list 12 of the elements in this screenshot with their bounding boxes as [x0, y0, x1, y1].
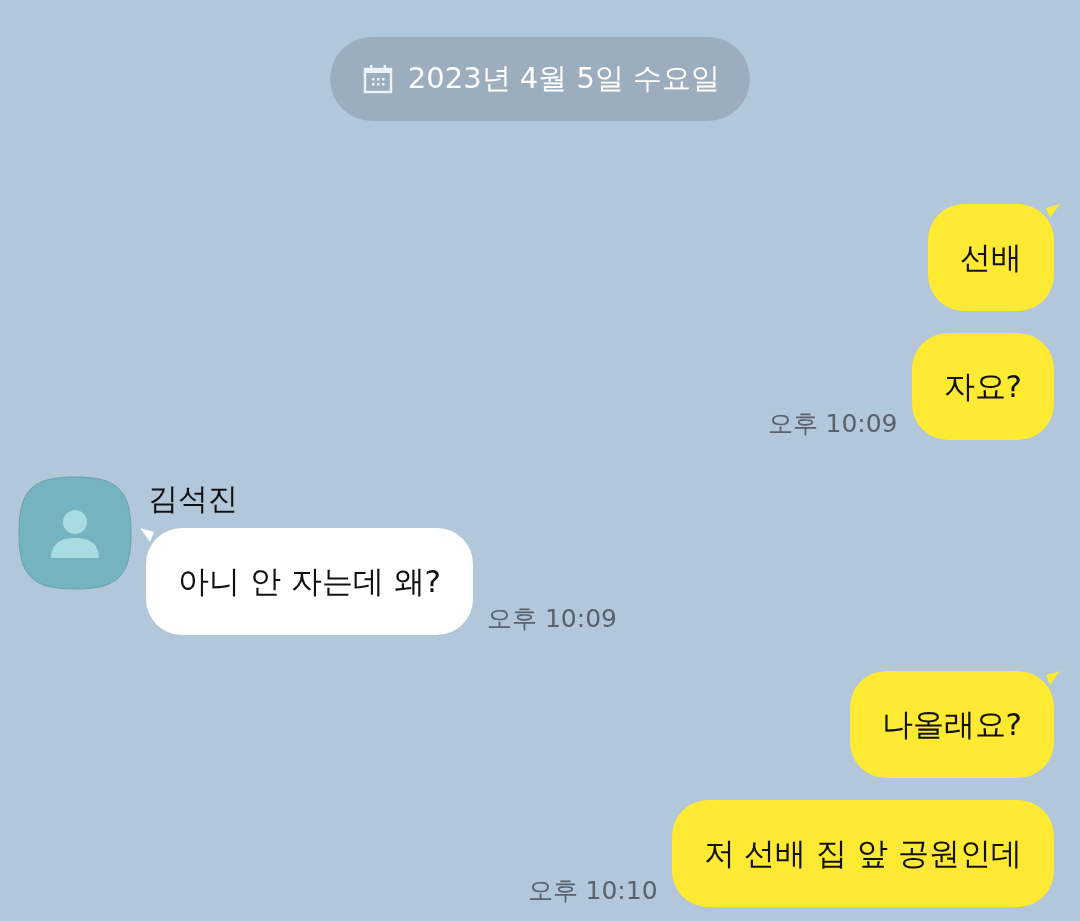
- message-bubble: 저 선배 집 앞 공원인데: [671, 800, 1054, 907]
- bubble-tail: [1046, 204, 1060, 218]
- calendar-icon: [361, 63, 394, 95]
- avatar-icon[interactable]: [18, 476, 132, 590]
- message-time: 오후 10:09: [767, 408, 898, 440]
- sender-name: 김석진: [147, 480, 239, 518]
- message-time: 오후 10:09: [487, 603, 617, 635]
- message-time: 오후 10:10: [527, 875, 658, 907]
- message-bubble: 자요?: [911, 333, 1054, 440]
- bubble-tail: [140, 528, 154, 542]
- date-text: 2023년 4월 5일 수요일: [407, 60, 721, 97]
- bubble-tail: [1046, 671, 1060, 685]
